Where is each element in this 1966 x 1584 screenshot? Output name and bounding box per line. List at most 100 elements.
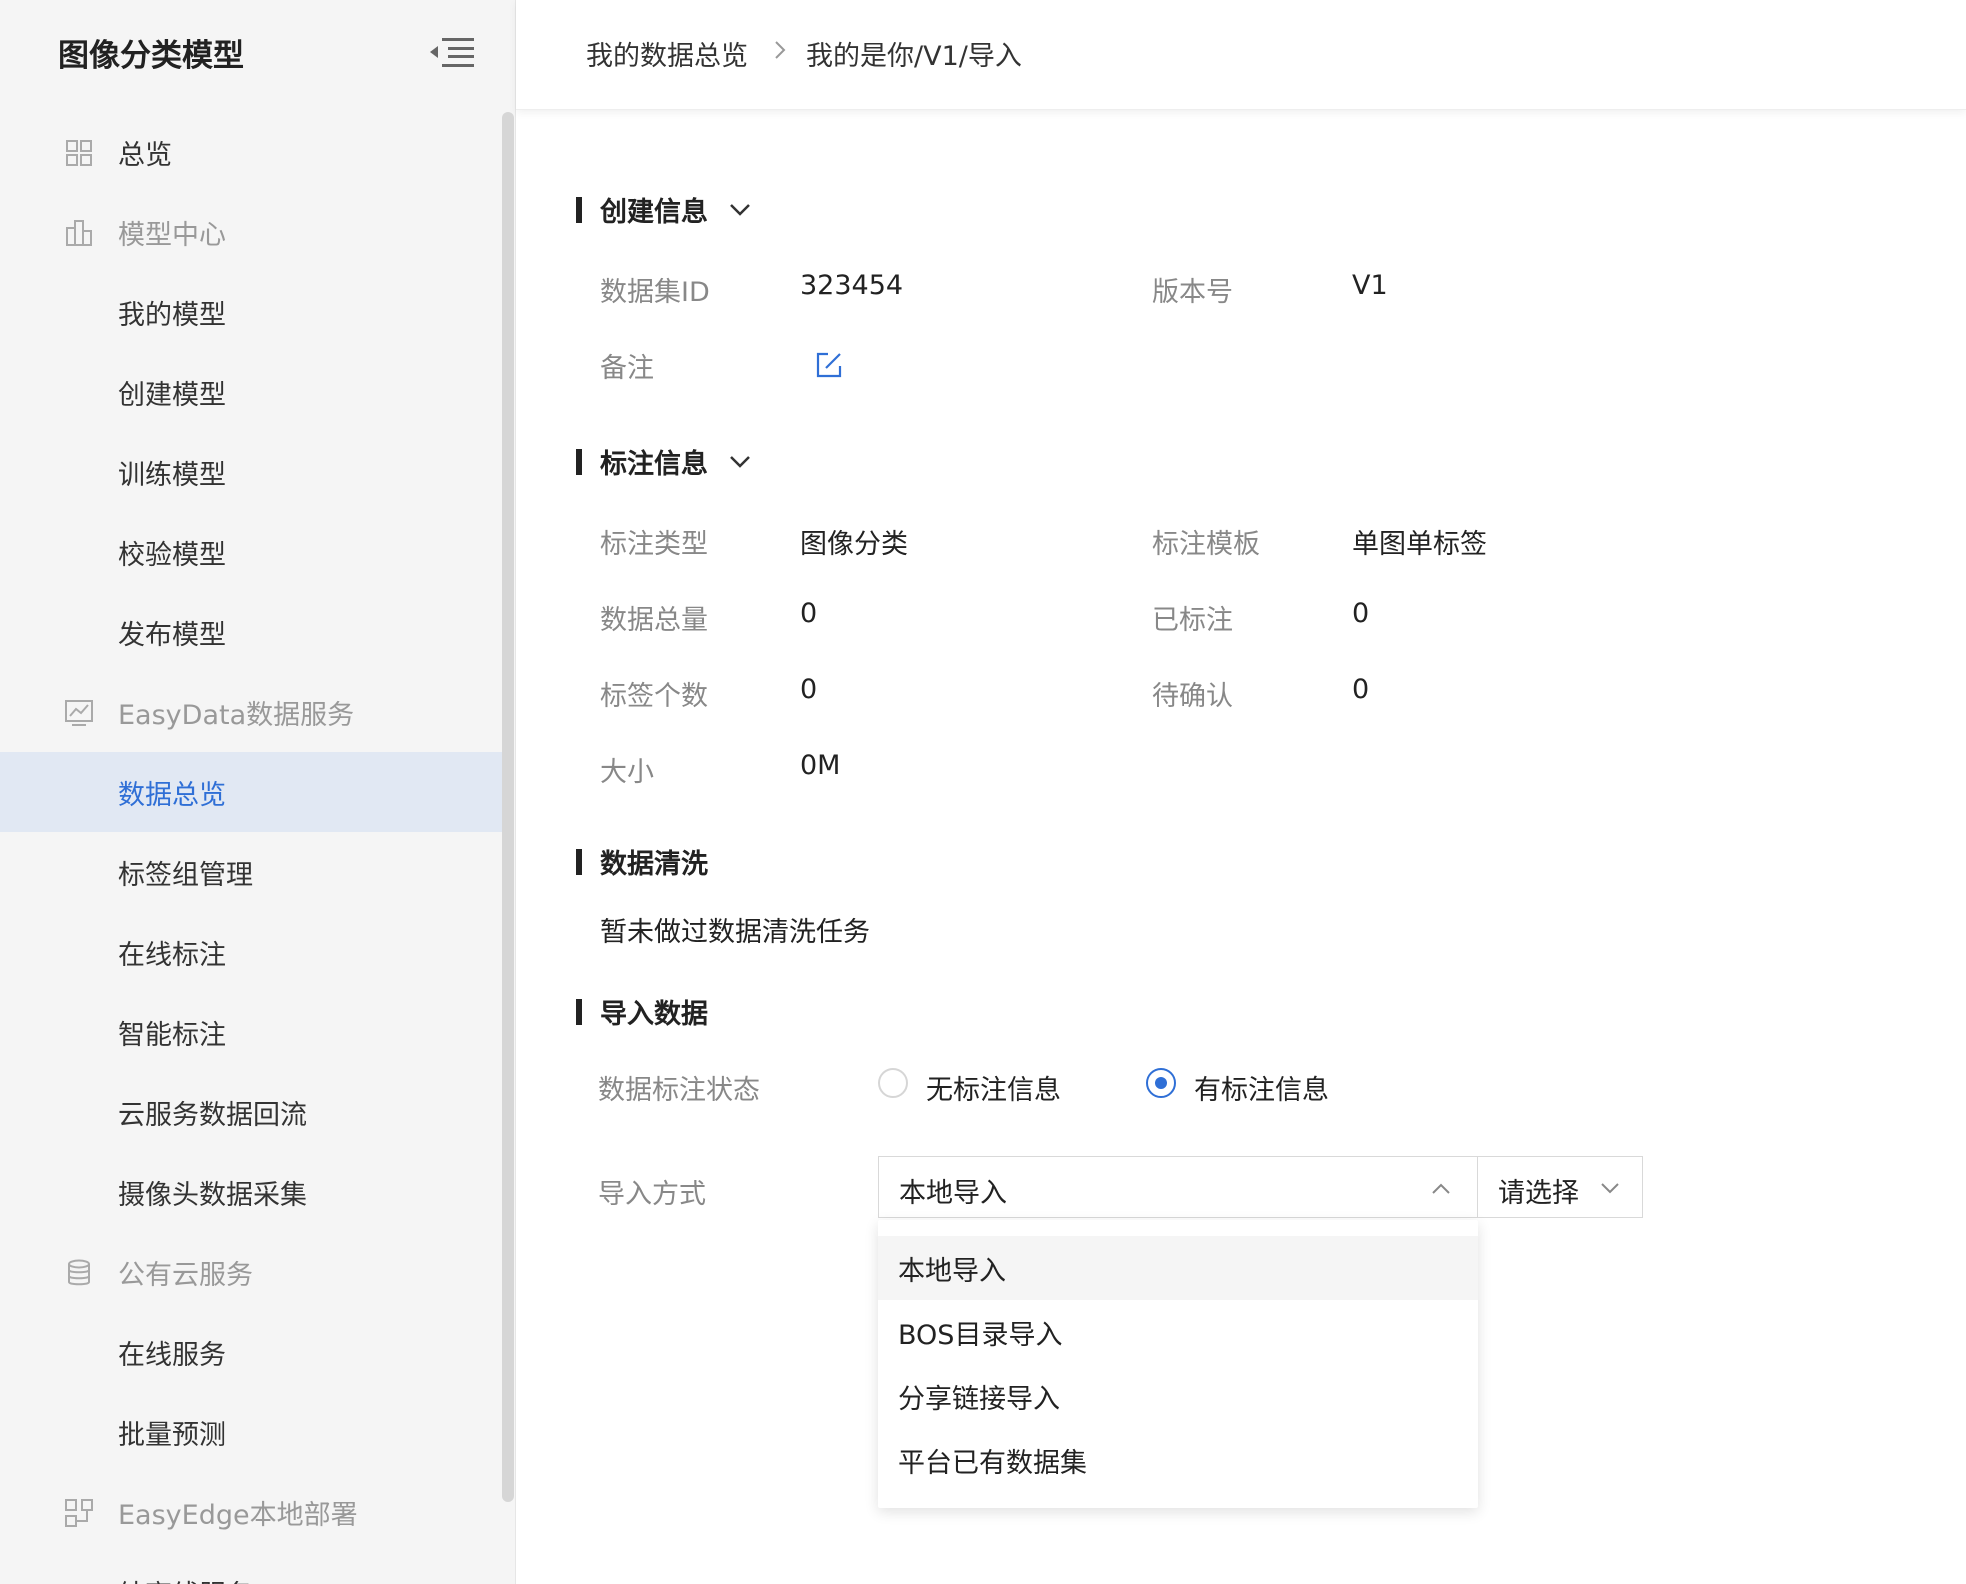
sidebar-item-label: 公有云服务 bbox=[118, 1259, 253, 1291]
breadcrumb-current: 我的是你/V1/导入 bbox=[806, 41, 1022, 72]
sidebar-item-online-service[interactable]: 在线服务 bbox=[0, 1312, 504, 1392]
data-total-value: 0 bbox=[800, 598, 818, 629]
size-value: 0M bbox=[800, 750, 841, 781]
section-title: 导入数据 bbox=[600, 999, 708, 1030]
import-method-select[interactable]: 本地导入 bbox=[878, 1156, 1478, 1218]
sidebar-group-model-center[interactable]: 模型中心 bbox=[0, 192, 504, 272]
sidebar-item-label: 总览 bbox=[118, 139, 172, 171]
section-title: 数据清洗 bbox=[600, 849, 708, 880]
sidebar-item-label: 数据总览 bbox=[118, 779, 226, 811]
sidebar-item-publish-model[interactable]: 发布模型 bbox=[0, 592, 504, 672]
sidebar-item-label: EasyEdge本地部署 bbox=[118, 1499, 358, 1531]
radio-has-annotation-label[interactable]: 有标注信息 bbox=[1194, 1068, 1329, 1107]
chevron-down-icon bbox=[730, 455, 750, 468]
version-label: 版本号 bbox=[1152, 277, 1233, 308]
sidebar-item-label: 模型中心 bbox=[118, 219, 226, 251]
annotation-template-label: 标注模板 bbox=[1152, 529, 1260, 560]
sidebar-item-label: 智能标注 bbox=[118, 1019, 226, 1051]
edit-icon[interactable] bbox=[814, 350, 844, 380]
section-title: 标注信息 bbox=[600, 449, 708, 480]
section-create-info-header[interactable]: 创建信息 bbox=[576, 190, 752, 229]
annotation-type-label: 标注类型 bbox=[600, 529, 708, 560]
sidebar-item-batch-predict[interactable]: 批量预测 bbox=[0, 1392, 504, 1472]
radio-has-annotation[interactable] bbox=[1146, 1068, 1176, 1098]
annotated-label: 已标注 bbox=[1152, 605, 1233, 636]
chevron-down-icon bbox=[730, 203, 750, 216]
dataset-id-label: 数据集ID bbox=[600, 277, 710, 308]
option-label: BOS目录导入 bbox=[898, 1319, 1063, 1351]
sidebar-item-tag-groups[interactable]: 标签组管理 bbox=[0, 832, 504, 912]
sidebar-item-overview[interactable]: 总览 bbox=[0, 112, 504, 192]
sidebar-item-label: 训练模型 bbox=[118, 459, 226, 491]
sidebar-item-create-model[interactable]: 创建模型 bbox=[0, 352, 504, 432]
chevron-down-icon bbox=[1601, 1183, 1619, 1194]
database-icon bbox=[68, 1259, 90, 1286]
pending-value: 0 bbox=[1352, 674, 1370, 705]
sidebar: 图像分类模型 总览 模型中心 我的模型 创建模型 训练模型 校验模型 发布模型 bbox=[0, 0, 516, 1584]
sidebar-item-label: EasyData数据服务 bbox=[118, 699, 355, 731]
sidebar-item-label: 我的模型 bbox=[118, 299, 226, 331]
sidebar-group-easyedge[interactable]: EasyEdge本地部署 bbox=[0, 1472, 504, 1552]
section-import-header: 导入数据 bbox=[576, 992, 708, 1031]
sidebar-item-label: 校验模型 bbox=[118, 539, 226, 571]
breadcrumb: 我的数据总览 我的是你/V1/导入 bbox=[516, 0, 1966, 110]
section-marker bbox=[576, 196, 582, 223]
sidebar-item-my-models[interactable]: 我的模型 bbox=[0, 272, 504, 352]
tag-count-label: 标签个数 bbox=[600, 681, 708, 712]
option-bos-import[interactable]: BOS目录导入 bbox=[878, 1300, 1478, 1364]
radio-no-annotation-label[interactable]: 无标注信息 bbox=[926, 1068, 1061, 1107]
data-total-label: 数据总量 bbox=[600, 605, 708, 636]
sidebar-item-label: 摄像头数据采集 bbox=[118, 1179, 307, 1211]
annotated-value: 0 bbox=[1352, 598, 1370, 629]
sidebar-item-cloud-data-backflow[interactable]: 云服务数据回流 bbox=[0, 1072, 504, 1152]
import-method-label: 导入方式 bbox=[598, 1179, 706, 1210]
size-label: 大小 bbox=[600, 757, 654, 788]
sidebar-item-label: 批量预测 bbox=[118, 1419, 226, 1451]
section-title: 创建信息 bbox=[600, 197, 708, 228]
cleaning-empty-text: 暂未做过数据清洗任务 bbox=[600, 917, 870, 948]
note-label: 备注 bbox=[600, 353, 654, 384]
sidebar-scrollbar[interactable] bbox=[502, 112, 514, 1502]
sidebar-item-smart-annotation[interactable]: 智能标注 bbox=[0, 992, 504, 1072]
annotation-status-label: 数据标注状态 bbox=[598, 1075, 760, 1106]
import-source-select[interactable]: 请选择 bbox=[1477, 1156, 1643, 1218]
section-cleaning-header: 数据清洗 bbox=[576, 842, 708, 881]
chart-monitor-icon bbox=[65, 700, 93, 726]
sidebar-header: 图像分类模型 bbox=[0, 0, 515, 104]
sidebar-item-label: 在线服务 bbox=[118, 1339, 226, 1371]
import-source-placeholder: 请选择 bbox=[1498, 1178, 1579, 1209]
sidebar-item-offline-service[interactable]: 纯离线服务 bbox=[0, 1552, 504, 1584]
section-marker bbox=[576, 448, 582, 475]
sidebar-item-camera-capture[interactable]: 摄像头数据采集 bbox=[0, 1152, 504, 1232]
import-method-dropdown: 本地导入 BOS目录导入 分享链接导入 平台已有数据集 bbox=[878, 1220, 1478, 1508]
sidebar-group-public-cloud[interactable]: 公有云服务 bbox=[0, 1232, 504, 1312]
chevron-up-icon bbox=[1432, 1183, 1450, 1194]
sidebar-item-label: 创建模型 bbox=[118, 379, 226, 411]
collapse-menu-icon[interactable] bbox=[428, 32, 476, 72]
sidebar-item-label: 发布模型 bbox=[118, 619, 226, 651]
option-label: 分享链接导入 bbox=[898, 1383, 1060, 1415]
sidebar-item-label: 在线标注 bbox=[118, 939, 226, 971]
sidebar-item-train-model[interactable]: 训练模型 bbox=[0, 432, 504, 512]
section-annotation-info-header[interactable]: 标注信息 bbox=[576, 442, 752, 481]
dataset-id-value: 323454 bbox=[800, 270, 904, 301]
building-icon bbox=[66, 220, 92, 246]
annotation-template-value: 单图单标签 bbox=[1352, 529, 1487, 560]
option-local-import[interactable]: 本地导入 bbox=[878, 1236, 1478, 1300]
section-marker bbox=[576, 998, 582, 1025]
tag-count-value: 0 bbox=[800, 674, 818, 705]
sidebar-item-data-overview[interactable]: 数据总览 bbox=[0, 752, 504, 832]
radio-no-annotation[interactable] bbox=[878, 1068, 908, 1098]
chevron-right-icon bbox=[775, 41, 786, 59]
option-label: 本地导入 bbox=[898, 1255, 1006, 1287]
option-share-link-import[interactable]: 分享链接导入 bbox=[878, 1364, 1478, 1428]
sidebar-item-validate-model[interactable]: 校验模型 bbox=[0, 512, 504, 592]
breadcrumb-link-data-overview[interactable]: 我的数据总览 bbox=[586, 34, 748, 73]
section-marker bbox=[576, 848, 582, 875]
sidebar-item-label: 标签组管理 bbox=[118, 859, 253, 891]
deploy-icon bbox=[65, 1499, 93, 1527]
pending-label: 待确认 bbox=[1152, 681, 1233, 712]
sidebar-item-online-annotation[interactable]: 在线标注 bbox=[0, 912, 504, 992]
sidebar-group-easydata[interactable]: EasyData数据服务 bbox=[0, 672, 504, 752]
option-existing-dataset[interactable]: 平台已有数据集 bbox=[878, 1428, 1478, 1492]
